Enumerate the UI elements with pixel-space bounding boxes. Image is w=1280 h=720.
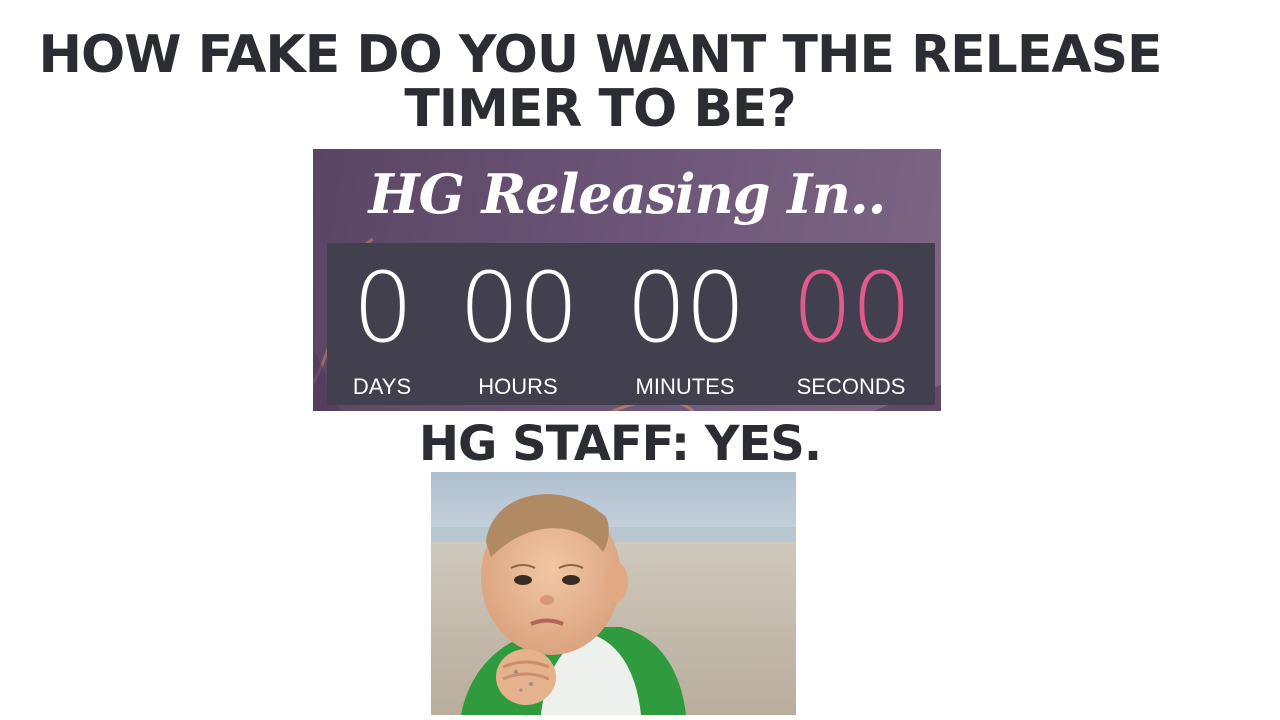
answer-heading: HG STAFF: YES.	[418, 416, 822, 472]
hours-label: HOURS	[478, 374, 558, 399]
seconds-unit: 00 SECONDS	[776, 243, 926, 401]
countdown-banner: HG Releasing In.. 0 DAYS 00 HOURS 00 MIN…	[313, 149, 941, 411]
hours-unit: 00 HOURS	[443, 243, 593, 401]
question-line-1: HOW FAKE DO YOU WANT THE RELEASE	[38, 25, 1162, 85]
days-unit: 0 DAYS	[313, 243, 457, 401]
question-line-2: TIMER TO BE?	[404, 79, 796, 139]
minutes-unit: 00 MINUTES	[610, 243, 760, 401]
minutes-value: 00	[625, 252, 746, 364]
success-kid-photo	[431, 472, 796, 715]
days-value: 0	[352, 252, 413, 364]
timer-box: 0 DAYS 00 HOURS 00 MINUTES 00 SECONDS	[327, 243, 935, 405]
hours-value: 00	[458, 252, 579, 364]
kid-illustration	[431, 472, 796, 715]
seconds-value: 00	[791, 252, 912, 364]
banner-title: HG Releasing In..	[368, 162, 887, 226]
days-label: DAYS	[352, 374, 412, 399]
minutes-label: MINUTES	[635, 374, 735, 399]
slide: HOW FAKE DO YOU WANT THE RELEASE TIMER T…	[0, 0, 1280, 720]
question-heading: HOW FAKE DO YOU WANT THE RELEASE TIMER T…	[0, 28, 1200, 136]
seconds-label: SECONDS	[796, 374, 906, 399]
